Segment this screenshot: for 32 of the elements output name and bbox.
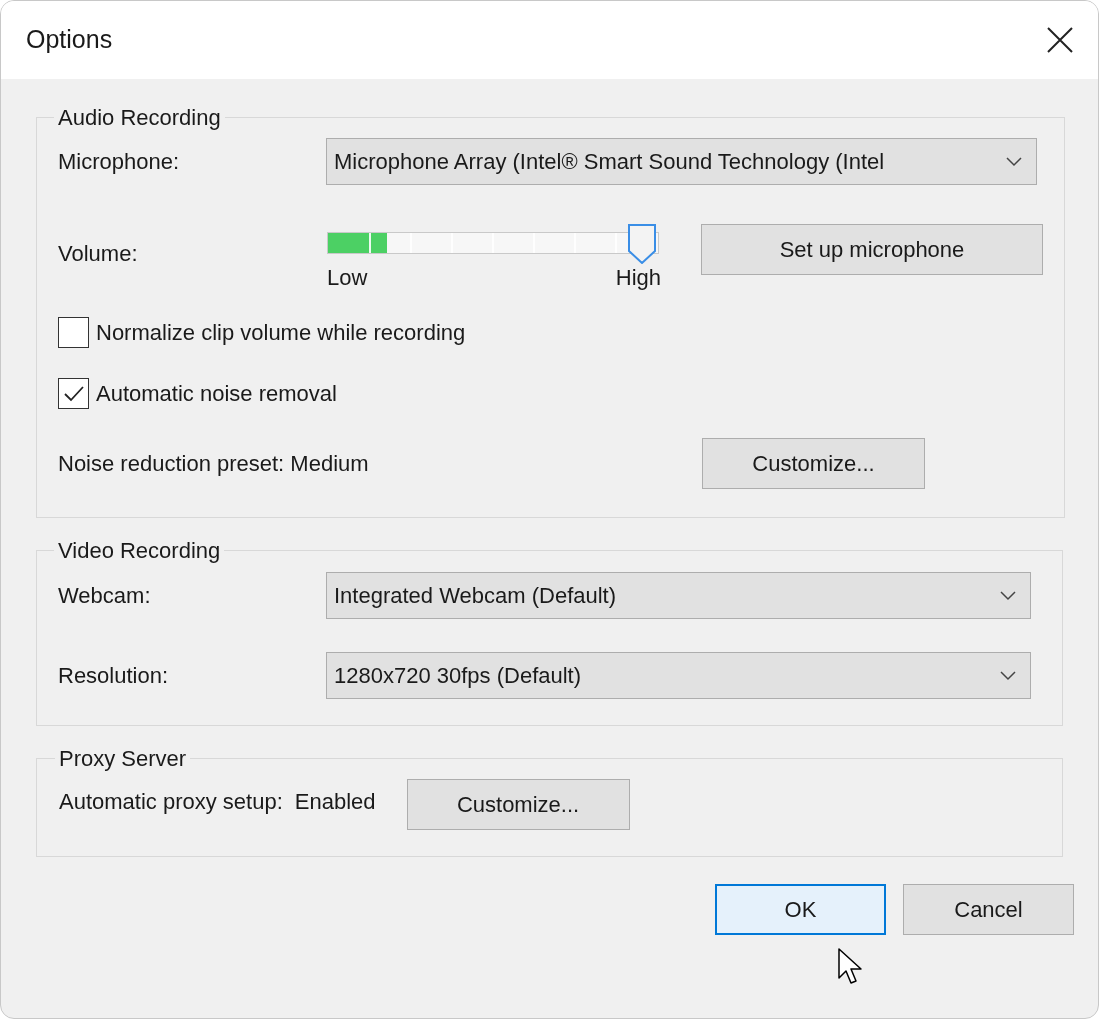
- slider-min-label: Low: [327, 264, 368, 292]
- field-label: Automatic proxy setup:: [59, 788, 283, 816]
- checkbox-label: Normalize clip volume while recording: [96, 319, 466, 347]
- volume-slider[interactable]: [327, 224, 659, 264]
- dropdown[interactable]: Microphone Array (Intel® Smart Sound Technology (Intel: [326, 138, 1037, 185]
- group-title: Video Recording: [57, 537, 222, 565]
- button[interactable]: Customize...: [406, 779, 630, 830]
- button[interactable]: Set up microphone: [701, 224, 1043, 275]
- slider-max-label: High: [615, 264, 661, 292]
- dropdown[interactable]: Integrated Webcam (Default): [326, 572, 1031, 619]
- field-label: Webcam:: [58, 582, 152, 610]
- field-label: Microphone:: [58, 148, 181, 176]
- checkmark-icon: [62, 384, 85, 403]
- chevron-down-icon: [1000, 670, 1016, 681]
- checkbox[interactable]: [58, 317, 89, 348]
- button[interactable]: OK: [715, 884, 886, 935]
- field-label: Resolution:: [58, 662, 170, 690]
- field-value: Enabled: [294, 788, 376, 816]
- button[interactable]: Customize...: [702, 438, 925, 489]
- button[interactable]: Cancel: [903, 884, 1074, 935]
- field-label: Volume:: [58, 240, 139, 268]
- group-title: Proxy Server: [58, 745, 188, 773]
- group-title: Audio Recording: [57, 104, 222, 132]
- dropdown[interactable]: 1280x720 30fps (Default): [326, 652, 1031, 699]
- close-icon[interactable]: [1046, 26, 1074, 54]
- window-title: Options: [26, 24, 113, 56]
- checkbox-label: Automatic noise removal: [96, 380, 337, 408]
- preset-label: Noise reduction preset: Medium: [58, 450, 370, 478]
- slider-thumb[interactable]: [628, 224, 657, 264]
- checkbox[interactable]: [58, 378, 89, 409]
- chevron-down-icon: [1006, 156, 1022, 167]
- chevron-down-icon: [1000, 590, 1016, 601]
